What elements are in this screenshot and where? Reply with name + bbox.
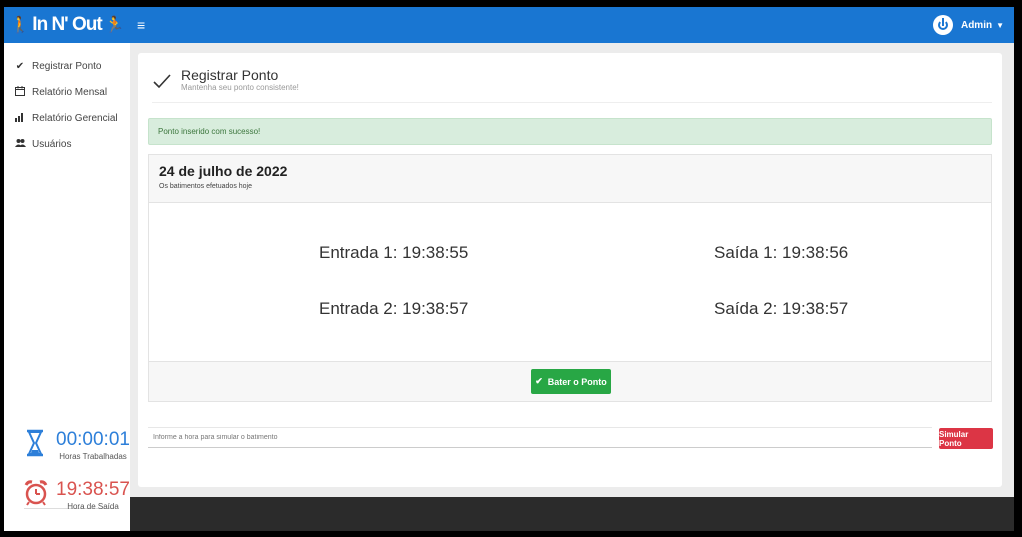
worked-hours-caption: Horas Trabalhadas (59, 452, 127, 461)
punch-entry-1: Entrada 1: 19:38:55 (319, 243, 469, 262)
simulate-punch-button[interactable]: Simular Ponto (939, 428, 993, 449)
chevron-down-icon: ▼ (996, 20, 1004, 30)
sidebar-item-usuarios[interactable]: Usuários (4, 131, 130, 157)
page-header: Registrar Ponto Mantenha seu ponto consi… (152, 67, 992, 103)
exit-time-widget: 19:38:57 Hora de Saída (4, 479, 130, 511)
panel-header: 24 de julho de 2022 Os batimentos efetua… (149, 155, 991, 203)
hourglass-icon (27, 429, 43, 457)
page-subtitle: Mantenha seu ponto consistente! (181, 83, 299, 92)
punches-panel: 24 de julho de 2022 Os batimentos efetua… (148, 154, 992, 402)
panel-date: 24 de julho de 2022 (159, 163, 288, 179)
exit-time-value: 19:38:57 (56, 479, 130, 500)
check-icon: ✔ (15, 60, 25, 72)
punch-button-label: Bater o Ponto (547, 376, 607, 387)
check-icon (153, 74, 171, 89)
check-icon: ✔ (535, 376, 543, 386)
sidebar-item-label: Registrar Ponto (32, 60, 102, 72)
footer (130, 497, 1014, 531)
bar-chart-icon (14, 112, 26, 125)
power-icon (932, 15, 953, 35)
worked-hours-widget: 00:00:01 Horas Trabalhadas (4, 429, 130, 461)
sidebar-item-label: Usuários (32, 138, 72, 150)
panel-subtitle: Os batimentos efetuados hoje (159, 183, 253, 190)
worked-hours-value: 00:00:01 (56, 429, 130, 450)
punch-button[interactable]: ✔ Bater o Ponto (531, 369, 611, 394)
main-card: Registrar Ponto Mantenha seu ponto consi… (138, 53, 1002, 487)
sidebar: ✔ Registrar Ponto Relatório Mensal Relat… (4, 43, 130, 531)
panel-footer: ✔ Bater o Ponto (149, 361, 991, 401)
calendar-icon (14, 85, 26, 99)
users-icon (14, 138, 26, 151)
sidebar-item-relatorio-mensal[interactable]: Relatório Mensal (4, 79, 130, 105)
sidebar-item-label: Relatório Gerencial (32, 112, 118, 124)
hamburger-icon[interactable]: ≡ (137, 17, 151, 33)
punch-exit-2: Saída 2: 19:38:57 (714, 299, 849, 318)
exit-time-caption: Hora de Saída (67, 502, 119, 511)
punch-exit-1: Saída 1: 19:38:56 (714, 243, 849, 262)
brand-logo[interactable]: 🚶 In N' Out 🏃 (4, 7, 130, 43)
simulate-time-input[interactable] (148, 427, 932, 448)
alarm-clock-icon (24, 480, 48, 506)
app-window: 🚶 In N' Out 🏃 ≡ Admin ▼ ✔ Registrar Pont… (4, 7, 1014, 531)
walking-person-icon: 🚶 (10, 17, 30, 34)
top-navbar: 🚶 In N' Out 🏃 ≡ Admin ▼ (4, 7, 1014, 43)
sidebar-item-registrar-ponto[interactable]: ✔ Registrar Ponto (4, 53, 130, 79)
sidebar-item-relatorio-gerencial[interactable]: Relatório Gerencial (4, 105, 130, 131)
running-person-icon: 🏃 (104, 17, 125, 34)
user-name: Admin (960, 19, 993, 31)
page-title: Registrar Ponto (181, 67, 279, 83)
punch-entry-2: Entrada 2: 19:38:57 (319, 299, 469, 318)
sidebar-item-label: Relatório Mensal (32, 86, 108, 98)
brand-name: In N' Out (32, 14, 102, 35)
user-menu[interactable]: Admin ▼ (932, 14, 1004, 36)
success-alert: Ponto inserido com sucesso! (148, 118, 992, 145)
